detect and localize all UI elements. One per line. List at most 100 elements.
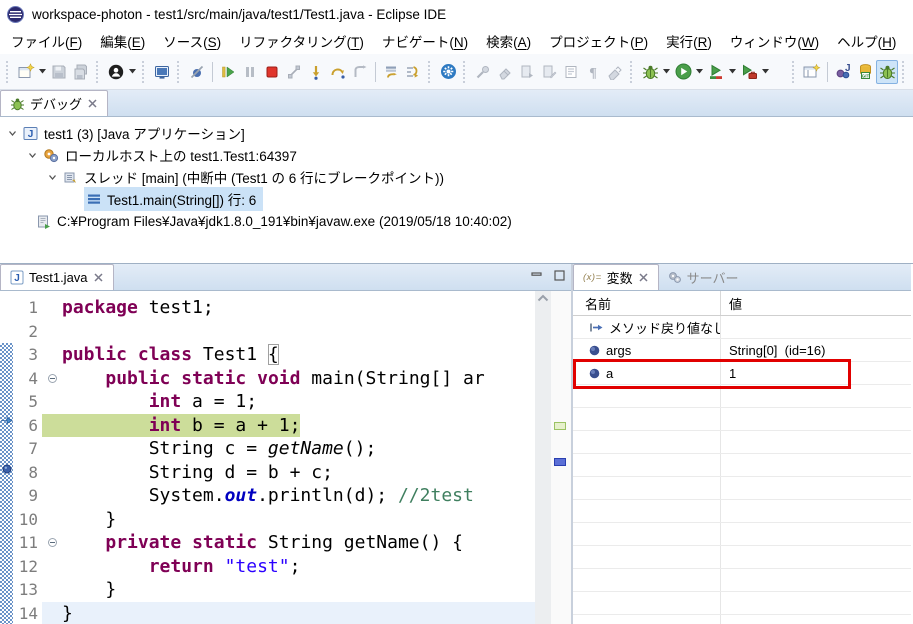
chevron-down-icon[interactable]: [28, 151, 37, 160]
menu-refactor[interactable]: リファクタリング(T): [230, 28, 373, 54]
chevron-down-icon[interactable]: [8, 129, 17, 138]
code-line[interactable]: 12 return "test";: [13, 555, 571, 579]
menu-search[interactable]: 検索(A): [477, 28, 540, 54]
menu-navigate[interactable]: ナビゲート(N): [373, 28, 477, 54]
show-whitespace-icon[interactable]: ¶: [582, 60, 604, 84]
doc-pencil-icon[interactable]: [538, 60, 560, 84]
line-number[interactable]: 8: [13, 461, 42, 485]
menu-help[interactable]: ヘルプ(H): [828, 28, 905, 54]
minimize-view-icon[interactable]: [531, 271, 542, 281]
new-wizard-button[interactable]: [15, 60, 37, 84]
step-return-button[interactable]: [349, 60, 371, 84]
suspend-button[interactable]: [239, 60, 261, 84]
code-line[interactable]: 1package test1;: [13, 296, 571, 320]
code-line[interactable]: 5 int a = 1;: [13, 390, 571, 414]
menu-project[interactable]: プロジェクト(P): [540, 28, 657, 54]
tree-item-stack-frame[interactable]: Test1.main(String[]) 行: 6: [0, 188, 913, 210]
console-button[interactable]: [151, 60, 173, 84]
overview-ruler[interactable]: [551, 291, 571, 624]
menu-source[interactable]: ソース(S): [154, 28, 230, 54]
new-wizard-dropdown[interactable]: [37, 60, 48, 84]
line-number[interactable]: 2: [13, 320, 42, 344]
coverage-dropdown[interactable]: [727, 60, 738, 84]
table-row-args[interactable]: args String[0] (id=16): [573, 339, 911, 362]
chevron-down-icon[interactable]: [48, 173, 57, 182]
line-number[interactable]: 7: [13, 437, 42, 461]
coverage-button[interactable]: [705, 60, 727, 84]
drop-to-frame-button[interactable]: [380, 60, 402, 84]
run-button[interactable]: [672, 60, 694, 84]
debug-dropdown[interactable]: [661, 60, 672, 84]
breakpoint-icon[interactable]: [2, 464, 12, 474]
column-header-value[interactable]: 値: [721, 294, 911, 313]
tree-item-process[interactable]: C:¥Program Files¥Java¥jdk1.8.0_191¥bin¥j…: [0, 210, 913, 232]
code-line[interactable]: 8 String d = b + c;: [13, 461, 571, 485]
close-icon[interactable]: [93, 272, 104, 283]
fold-marker-collapse[interactable]: [42, 367, 62, 391]
code-line[interactable]: 11 private static String getName() {: [13, 531, 571, 555]
debug-perspective-button[interactable]: [876, 60, 898, 84]
search-icon[interactable]: [472, 60, 494, 84]
line-number[interactable]: 14: [13, 602, 42, 624]
code-line[interactable]: 2: [13, 320, 571, 344]
step-over-button[interactable]: [327, 60, 349, 84]
code-line[interactable]: 10 }: [13, 508, 571, 532]
open-perspective-button[interactable]: [801, 60, 823, 84]
code-line-current-debug[interactable]: 6 int b = a + 1;: [13, 414, 571, 438]
account-button[interactable]: [105, 60, 127, 84]
disconnect-button[interactable]: [283, 60, 305, 84]
menu-window[interactable]: ウィンドウ(W): [721, 28, 828, 54]
overview-mark-breakpoint[interactable]: [554, 458, 566, 466]
debug-button[interactable]: [639, 60, 661, 84]
table-row-a[interactable]: a 1: [573, 362, 911, 385]
line-number[interactable]: 1: [13, 296, 42, 320]
use-step-filters-button[interactable]: [402, 60, 424, 84]
line-number[interactable]: 13: [13, 578, 42, 602]
javaee-perspective-button[interactable]: J: [832, 60, 854, 84]
code-editor[interactable]: 1package test1; 2 3public class Test1 { …: [0, 291, 571, 624]
table-row-return-value[interactable]: メソッド戻り値なし: [573, 316, 911, 339]
next-annotation-icon[interactable]: [516, 60, 538, 84]
fold-marker-collapse[interactable]: [42, 531, 62, 555]
tree-item-thread[interactable]: スレッド [main] (中断中 (Test1 の 6 行にブレークポイント)): [0, 166, 913, 188]
line-number[interactable]: 6: [13, 414, 42, 438]
range-indicator-ruler[interactable]: [0, 343, 13, 624]
code-line[interactable]: 9 System.out.println(d); //2test: [13, 484, 571, 508]
settings-button[interactable]: [437, 60, 459, 84]
skip-all-breakpoints-button[interactable]: [186, 60, 208, 84]
overview-mark-occurrence[interactable]: [554, 422, 566, 430]
column-header-name[interactable]: 名前: [573, 291, 721, 315]
clear-marks-icon[interactable]: [604, 60, 626, 84]
account-dropdown[interactable]: [127, 60, 138, 84]
code-line[interactable]: 3public class Test1 {: [13, 343, 571, 367]
editor-vertical-scrollbar[interactable]: [535, 291, 551, 624]
tab-test1-java[interactable]: J Test1.java: [0, 264, 114, 290]
save-button[interactable]: [48, 60, 70, 84]
eraser-icon[interactable]: [494, 60, 516, 84]
tree-item-launch[interactable]: J test1 (3) [Java アプリケーション]: [0, 122, 913, 144]
selected-stack-frame[interactable]: Test1.main(String[]) 行: 6: [84, 187, 263, 211]
menu-edit[interactable]: 編集(E): [91, 28, 154, 54]
close-icon[interactable]: [638, 272, 649, 283]
line-number[interactable]: 12: [13, 555, 42, 579]
tab-servers[interactable]: サーバー: [659, 264, 748, 290]
save-all-button[interactable]: [70, 60, 92, 84]
code-line[interactable]: 4 public static void main(String[] ar: [13, 367, 571, 391]
external-tools-button[interactable]: [738, 60, 760, 84]
line-number[interactable]: 5: [13, 390, 42, 414]
doc-outline-icon[interactable]: [560, 60, 582, 84]
menu-file[interactable]: ファイル(F): [2, 28, 91, 54]
line-number[interactable]: 10: [13, 508, 42, 532]
resume-button[interactable]: [217, 60, 239, 84]
code-line[interactable]: 7 String c = getName();: [13, 437, 571, 461]
line-number[interactable]: 3: [13, 343, 42, 367]
tree-item-debug-target[interactable]: ローカルホスト上の test1.Test1:64397: [0, 144, 913, 166]
scrollbar-up-icon[interactable]: [537, 294, 549, 302]
run-dropdown[interactable]: [694, 60, 705, 84]
line-number[interactable]: 4: [13, 367, 42, 391]
terminate-button[interactable]: [261, 60, 283, 84]
menu-run[interactable]: 実行(R): [657, 28, 721, 54]
code-line-cursor[interactable]: 14}: [13, 602, 571, 624]
line-number[interactable]: 9: [13, 484, 42, 508]
external-tools-dropdown[interactable]: [760, 60, 771, 84]
